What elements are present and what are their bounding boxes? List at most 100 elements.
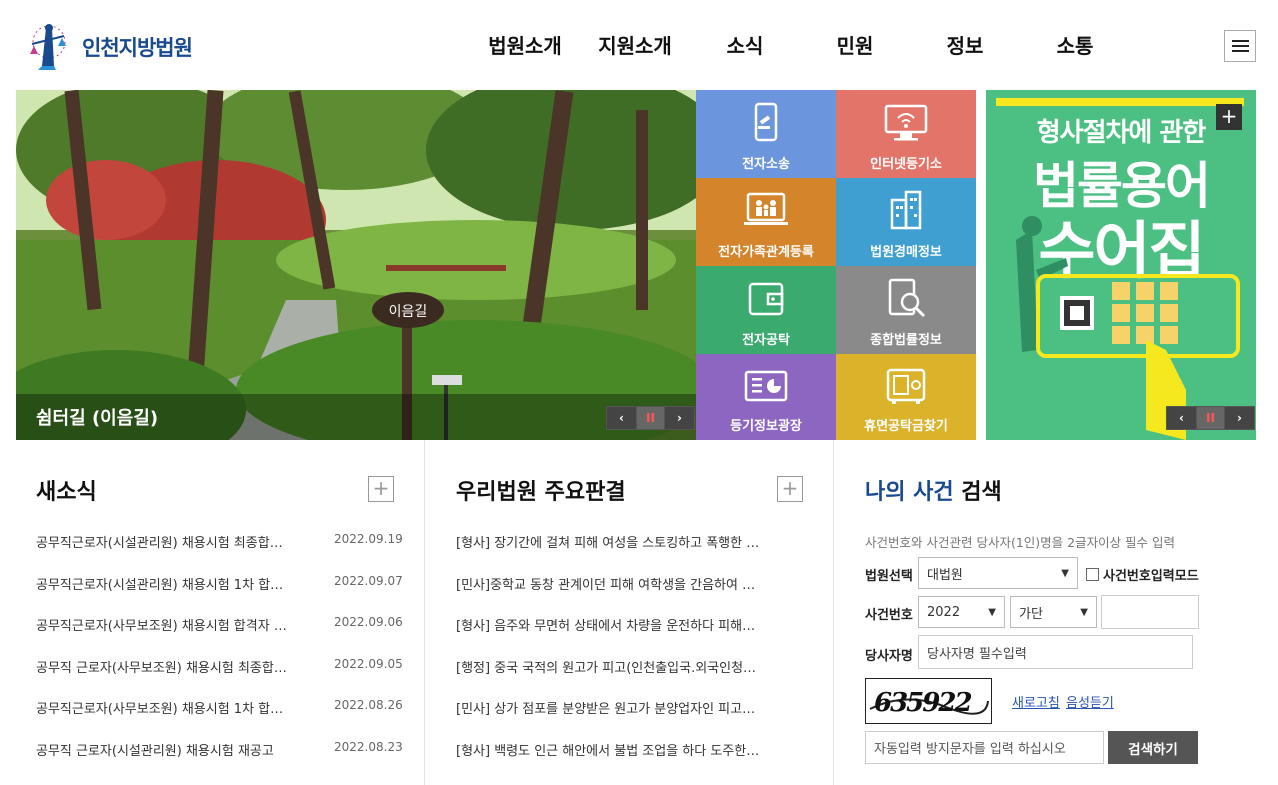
site-name: 인천지방법원 (82, 36, 193, 60)
quick-link-auction-info[interactable]: 법원경매정보 (836, 178, 976, 266)
nav-communication[interactable]: 소통 (1020, 30, 1130, 59)
news-item[interactable]: 공무직근로자(시설관리원) 채용시험 1차 합격자 발표 2022.09.07 (36, 573, 403, 616)
promo-banner[interactable]: 형사절차에 관한 법률용어 수어집 ‹ II › (986, 90, 1256, 440)
quick-link-label: 등기정보광장 (730, 419, 802, 434)
quick-link-family-registration[interactable]: 전자가족관계등록 (696, 178, 836, 266)
ruling-item-title[interactable]: [민사] 상가 점포를 분양받은 원고가 분양업자인 피고를 상대로 한 사안 (456, 698, 761, 740)
quick-link-e-litigation[interactable]: 전자소송 (696, 90, 836, 178)
case-number-mode-checkbox[interactable] (1086, 568, 1099, 581)
case-number-label: 사건번호 (865, 608, 913, 623)
ruling-item[interactable]: [민사]중학교 동창 관계이던 피해 여학생을 간음하여 손해를 배상하라는 사… (456, 574, 761, 616)
hamburger-menu-icon[interactable] (1224, 30, 1256, 62)
quick-link-e-deposit[interactable]: 전자공탁 (696, 266, 836, 354)
rulings-section-title: 우리법원 주요판결 (456, 480, 626, 505)
quick-link-internet-registry[interactable]: 인터넷등기소 (836, 90, 976, 178)
case-search-button[interactable]: 검색하기 (1108, 731, 1198, 764)
ruling-item[interactable]: [형사] 음주와 무면허 상태에서 차량을 운전하다 피해자를 사망하게 한 사… (456, 615, 761, 657)
news-item[interactable]: 공무직근로자(사무보조원) 채용시험 합격자 발표 2022.09.06 (36, 615, 403, 657)
news-item[interactable]: 공무직근로자(사무보조원) 채용시험 1차 합격자 발표 2022.08.26 (36, 698, 403, 740)
prev-slide-button[interactable]: ‹ (607, 407, 636, 429)
news-item-title[interactable]: 공무직근로자(시설관리원) 채용시험 1차 합격자 발표 (36, 574, 294, 616)
nav-info[interactable]: 정보 (910, 30, 1020, 59)
nav-civil[interactable]: 민원 (800, 30, 910, 59)
banner-next-button[interactable]: › (1225, 407, 1254, 429)
pause-slide-button[interactable]: II (636, 407, 665, 429)
quick-link-label: 법원경매정보 (870, 245, 942, 260)
case-number-mode[interactable]: 사건번호입력모드 (1086, 565, 1199, 584)
ruling-item[interactable]: [민사] 상가 점포를 분양받은 원고가 분양업자인 피고를 상대로 한 사안 (456, 698, 761, 740)
nav-branch-intro[interactable]: 지원소개 (580, 30, 690, 59)
main-visual-slider: 이음길 쉼터길 (이음길) ‹ II › (16, 90, 696, 440)
banner-prev-button[interactable]: ‹ (1167, 407, 1196, 429)
monitor-wifi-icon (884, 104, 928, 141)
quick-link-label: 종합법률정보 (870, 333, 942, 348)
case-search-title: 나의 사건 검색 (865, 474, 1002, 506)
quick-links-grid: 전자소송 인터넷등기소 전자가족관계등록 법원경매정보 전자공탁 종합법률정보 … (696, 90, 976, 440)
news-item-title[interactable]: 공무직 근로자(사무보조원) 채용시험 최종합격자 발표 (36, 657, 294, 699)
captcha-image: 635922 (865, 678, 992, 724)
ruling-item-title[interactable]: [행정] 중국 국적의 원고가 피고(인천출입국.외국인청장)를 상대로 한 사… (456, 657, 761, 699)
news-item[interactable]: 공무직 근로자(시설관리원) 채용시험 재공고 2022.08.23 (36, 740, 403, 782)
news-item[interactable]: 공무직근로자(시설관리원) 채용시험 최종합격자 발표 2022.09.19 (36, 532, 403, 574)
wallet-icon (748, 282, 784, 316)
next-slide-button[interactable]: › (665, 407, 694, 429)
rulings-more-button[interactable]: + (777, 476, 803, 502)
court-select[interactable]: 대법원 ▼ (918, 557, 1078, 589)
case-number-mode-label: 사건번호입력모드 (1103, 569, 1199, 584)
ruling-item[interactable]: [형사] 백령도 인근 해안에서 불법 조업을 하다 도주한 사안 (456, 740, 761, 782)
nav-court-intro[interactable]: 법원소개 (470, 30, 580, 59)
case-search-title-accent: 나의 사건 (865, 480, 954, 505)
rulings-section: 우리법원 주요판결 + [형사] 장기간에 걸쳐 피해 여성을 스토킹하고 폭행… (425, 440, 833, 785)
banner-pause-button[interactable]: II (1196, 407, 1225, 429)
quick-link-dormant-deposit[interactable]: 휴면공탁금찾기 (836, 354, 976, 440)
news-item-title[interactable]: 공무직근로자(시설관리원) 채용시험 최종합격자 발표 (36, 532, 294, 574)
case-year-select[interactable]: 2022 ▼ (918, 596, 1005, 628)
news-item-title[interactable]: 공무직근로자(사무보조원) 채용시험 1차 합격자 발표 (36, 698, 294, 740)
news-item-date: 2022.09.06 (334, 615, 403, 629)
news-item-date: 2022.09.07 (334, 573, 403, 588)
captcha-refresh-link[interactable]: 새로고침 (1012, 692, 1060, 711)
quick-link-label: 인터넷등기소 (870, 157, 942, 172)
ruling-item-title[interactable]: [형사] 음주와 무면허 상태에서 차량을 운전하다 피해자를 사망하게 한 사… (456, 615, 761, 657)
building-icon (890, 190, 922, 230)
safe-icon (886, 368, 926, 404)
sign-text: 이음길 (389, 304, 428, 320)
case-search-notice: 사건번호와 사건관련 당사자(1인)명을 2글자이상 필수 입력 (865, 535, 1176, 550)
sign-language-illustration (1016, 216, 1240, 440)
phone-gavel-icon (754, 102, 778, 142)
banner-slider-controls: ‹ II › (1166, 406, 1255, 430)
ruling-item[interactable]: [형사] 장기간에 걸쳐 피해 여성을 스토킹하고 폭행한 사안 (456, 532, 761, 574)
park-photo: 이음길 (16, 90, 696, 440)
case-search-title-rest: 검색 (953, 480, 1002, 505)
case-type-select[interactable]: 가단 ▼ (1010, 596, 1097, 628)
quick-link-legal-info[interactable]: 종합법률정보 (836, 266, 976, 354)
party-name-input[interactable]: 당사자명 필수입력 (918, 635, 1193, 669)
party-name-label: 당사자명 (865, 649, 913, 664)
site-logo[interactable]: 인천지방법원 (16, 22, 193, 72)
captcha-input[interactable]: 자동입력 방지문자를 입력 하십시오 (865, 731, 1104, 764)
quick-link-label: 전자공탁 (742, 333, 790, 348)
news-item-title[interactable]: 공무직근로자(사무보조원) 채용시험 합격자 발표 (36, 615, 294, 657)
ruling-item-title[interactable]: [형사] 장기간에 걸쳐 피해 여성을 스토킹하고 폭행한 사안 (456, 532, 761, 574)
document-search-icon (888, 278, 926, 318)
slide-caption: 쉼터길 (이음길) (36, 408, 159, 429)
nav-news[interactable]: 소식 (690, 30, 800, 59)
news-item-title[interactable]: 공무직 근로자(시설관리원) 채용시험 재공고 (36, 740, 294, 782)
ruling-item-title[interactable]: [형사] 백령도 인근 해안에서 불법 조업을 하다 도주한 사안 (456, 740, 761, 782)
court-select-value: 대법원 (927, 567, 963, 583)
case-number-input[interactable] (1101, 595, 1199, 629)
chevron-down-icon: ▼ (1061, 567, 1069, 579)
news-list: 공무직근로자(시설관리원) 채용시험 최종합격자 발표 2022.09.19 공무… (36, 532, 403, 782)
ruling-item[interactable]: [행정] 중국 국적의 원고가 피고(인천출입국.외국인청장)를 상대로 한 사… (456, 657, 761, 699)
news-more-button[interactable]: + (368, 476, 394, 502)
quick-link-label: 휴면공탁금찾기 (864, 419, 948, 434)
news-item[interactable]: 공무직 근로자(사무보조원) 채용시험 최종합격자 발표 2022.09.05 (36, 657, 403, 699)
case-type-value: 가단 (1019, 606, 1043, 622)
news-item-date: 2022.09.19 (334, 532, 403, 546)
quick-link-registry-plaza[interactable]: 등기정보광장 (696, 354, 836, 440)
banner-more-button[interactable]: + (1216, 104, 1242, 130)
news-section-title: 새소식 (36, 480, 97, 505)
slide-caption-bar: 쉼터길 (이음길) (16, 394, 696, 440)
ruling-item-title[interactable]: [민사]중학교 동창 관계이던 피해 여학생을 간음하여 손해를 배상하라는 사… (456, 574, 761, 616)
captcha-audio-link[interactable]: 음성듣기 (1066, 692, 1114, 711)
